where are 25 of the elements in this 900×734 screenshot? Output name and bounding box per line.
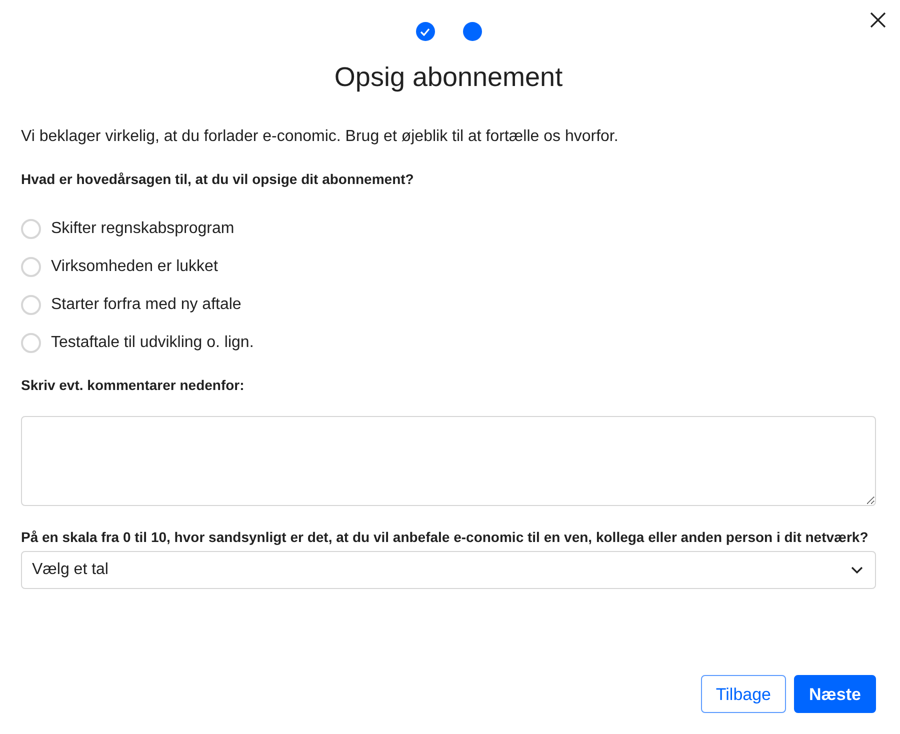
close-button[interactable] [868, 10, 888, 30]
close-icon [870, 12, 886, 28]
check-icon [420, 28, 430, 36]
dialog-title: Opsig abonnement [333, 61, 564, 94]
question-label: På en skala fra 0 til 10, hvor sandsynligt er det, at du vil anbefale e-conomic til en ven, kollega eller anden person i dit netværk? [21, 528, 870, 548]
radio-button[interactable] [21, 333, 41, 354]
option-label: Virksomheden er lukket [51, 257, 218, 278]
radio-option[interactable]: Testaftale til udvikling o. lign. [21, 324, 876, 362]
back-button[interactable]: Tilbage [700, 675, 786, 714]
option-label: Testaftale til udvikling o. lign. [51, 333, 254, 354]
option-label: Skifter regnskabsprogram [51, 219, 234, 240]
option-label: Starter forfra med ny aftale [51, 295, 242, 316]
chevron-down-icon [851, 566, 863, 574]
radio-button[interactable] [21, 219, 41, 240]
comment-field[interactable] [21, 416, 876, 506]
radio-button[interactable] [21, 295, 41, 316]
next-button[interactable]: Næste [794, 675, 876, 714]
radio-option[interactable]: Skifter regnskabsprogram [21, 210, 876, 248]
radio-button[interactable] [21, 257, 41, 278]
rating-select[interactable]: Vælg et tal [21, 551, 876, 590]
comment-label: Skriv evt. kommentarer nedenfor: [21, 376, 246, 396]
radio-option[interactable]: Virksomheden er lukket [21, 248, 876, 286]
intro-text: Vi beklager virkelig, at du forlader e-conomic. Brug et øjeblik til at fortælle os hvorfor. [21, 127, 620, 148]
radio-option[interactable]: Starter forfra med ny aftale [21, 286, 876, 324]
question-label: Hvad er hovedårsagen til, at du vil opsige dit abonnement? [21, 170, 415, 190]
